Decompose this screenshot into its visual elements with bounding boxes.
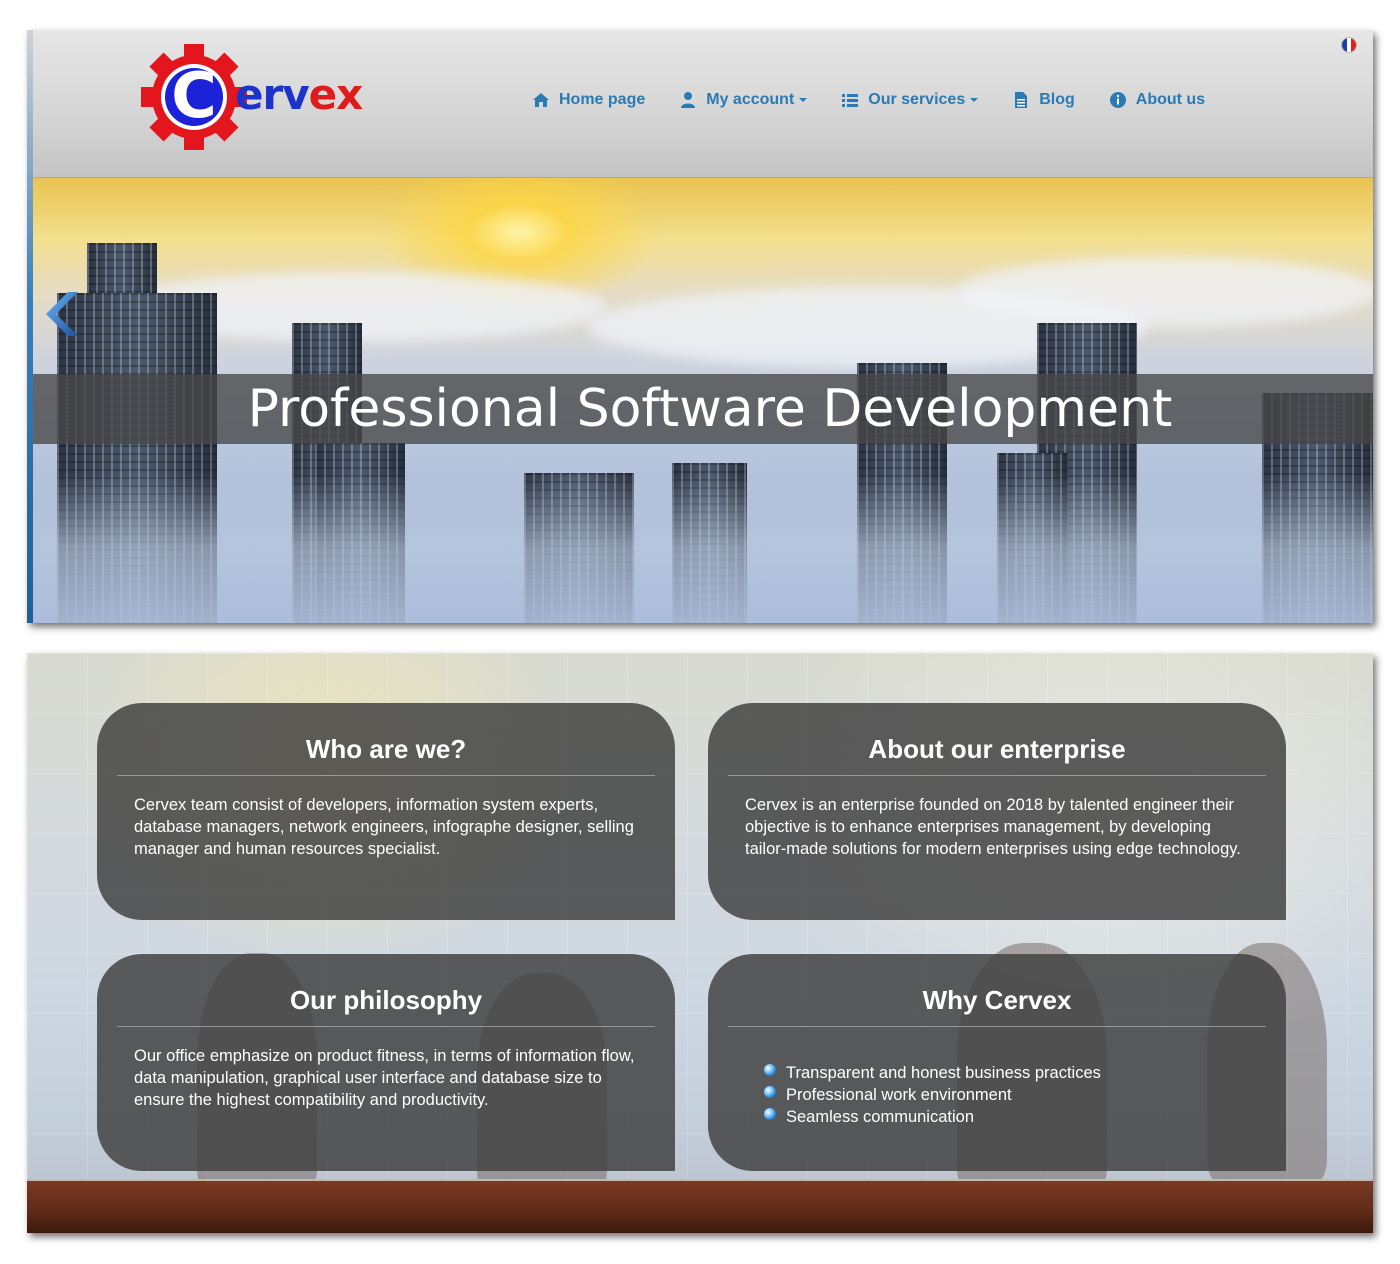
panel-edge: [27, 30, 33, 623]
card-why-cervex: Why Cervex Transparent and honest busine…: [708, 954, 1286, 1171]
card-our-philosophy: Our philosophy Our office emphasize on p…: [97, 954, 675, 1171]
bullet-icon: [764, 1108, 776, 1120]
info-icon: [1109, 91, 1127, 109]
card-title: Our philosophy: [289, 985, 483, 1015]
card-title: Who are we?: [305, 734, 467, 764]
bullet-icon: [764, 1064, 776, 1076]
nav-blog-label: Blog: [1039, 91, 1075, 108]
caret-down-icon: [970, 98, 979, 102]
user-icon: [679, 91, 697, 109]
list-item-label: Transparent and honest business practice…: [786, 1064, 1101, 1082]
list-item: Seamless communication: [764, 1106, 1101, 1128]
french-flag-icon[interactable]: [1341, 37, 1357, 53]
nav-my-account-label: My account: [706, 91, 795, 108]
nav-home-page[interactable]: Home page: [532, 91, 645, 109]
caret-down-icon: [799, 98, 808, 102]
chevron-left-icon: [46, 292, 78, 336]
card-who-are-we: Who are we? Cervex team consist of devel…: [97, 703, 675, 920]
logo-wordmark-blue: erv: [235, 70, 310, 119]
card-divider: [728, 1026, 1266, 1027]
nav-about-us-label: About us: [1135, 91, 1206, 108]
nav-our-services[interactable]: Our services: [841, 91, 979, 109]
card-text: Cervex is an enterprise founded on 2018 …: [745, 796, 1241, 858]
main-nav: Home page My account Our services Blog A…: [532, 85, 1239, 115]
logo-letter: C: [171, 59, 217, 132]
list-item-label: Seamless communication: [786, 1108, 974, 1126]
list-item: Professional work environment: [764, 1084, 1101, 1106]
nav-my-account[interactable]: My account: [679, 91, 808, 109]
nav-about-us[interactable]: About us: [1109, 91, 1205, 109]
site-header: C ervex Home page My account Our service…: [27, 30, 1373, 178]
nav-our-services-label: Our services: [868, 91, 966, 108]
card-about-enterprise: About our enterprise Cervex is an enterp…: [708, 703, 1286, 920]
card-title: About our enterprise: [868, 734, 1126, 764]
hero-caption-band: Professional Software Development: [27, 374, 1373, 444]
info-section: Who are we? Cervex team consist of devel…: [27, 653, 1373, 1233]
list-item: Transparent and honest business practice…: [764, 1062, 1101, 1084]
fog-overlay: [27, 473, 1373, 623]
document-icon: [1012, 91, 1030, 109]
list-icon: [841, 91, 859, 109]
why-cervex-list: Transparent and honest business practice…: [764, 1062, 1101, 1128]
cervex-logo[interactable]: C ervex: [139, 42, 369, 154]
bullet-icon: [764, 1086, 776, 1098]
card-divider: [728, 775, 1266, 776]
carousel-prev-button[interactable]: [38, 290, 86, 338]
nav-home-page-label: Home page: [559, 91, 646, 108]
card-divider: [117, 775, 655, 776]
conference-desk: [27, 1181, 1373, 1233]
card-text: Cervex team consist of developers, infor…: [134, 796, 634, 858]
card-divider: [117, 1026, 655, 1027]
nav-blog[interactable]: Blog: [1012, 91, 1075, 109]
card-title: Why Cervex: [922, 985, 1072, 1015]
logo-wordmark: ervex: [235, 70, 364, 120]
hero-title: Professional Software Development: [247, 379, 1173, 439]
top-panel: C ervex Home page My account Our service…: [27, 30, 1373, 623]
card-text: Our office emphasize on product fitness,…: [134, 1047, 635, 1109]
home-icon: [532, 91, 550, 109]
hero-banner: Professional Software Development: [27, 177, 1373, 623]
list-item-label: Professional work environment: [786, 1086, 1012, 1104]
logo-wordmark-red: ex: [308, 70, 364, 119]
